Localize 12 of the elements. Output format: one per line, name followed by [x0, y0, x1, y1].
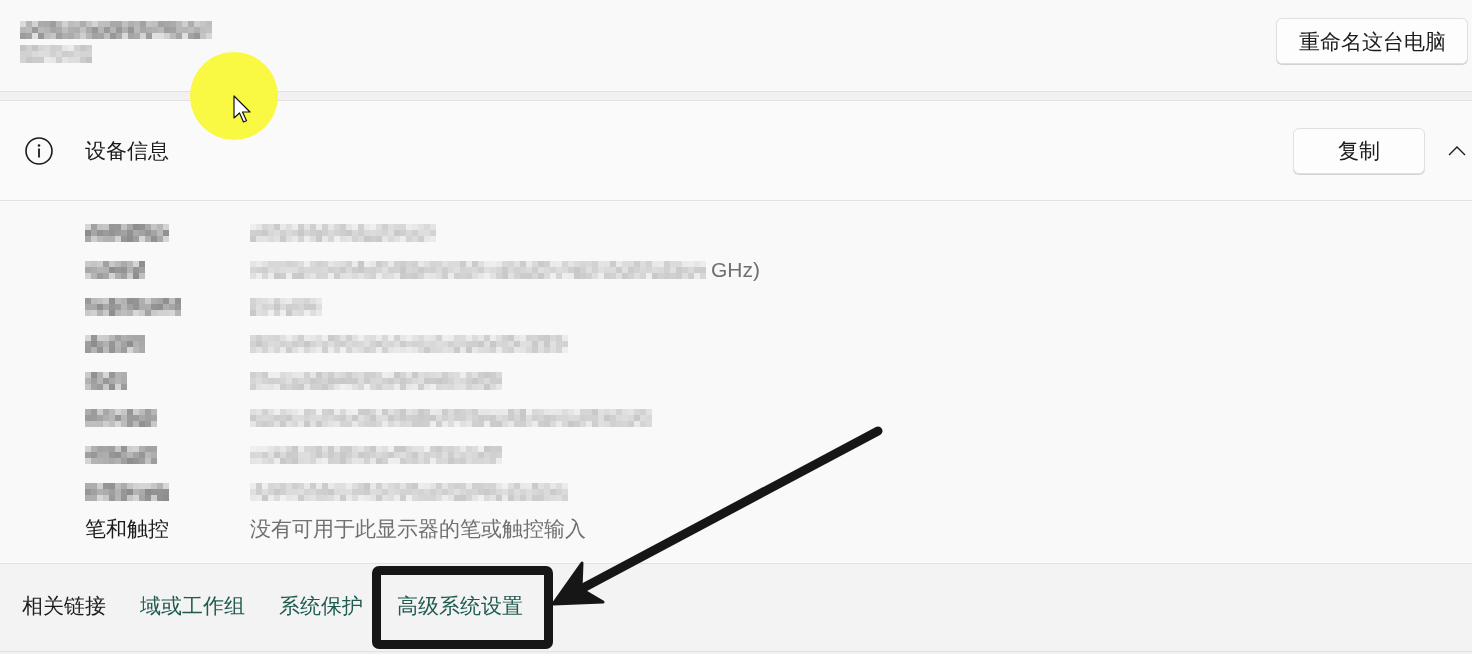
- related-link[interactable]: 系统保护: [279, 589, 363, 622]
- spec-value: GHz): [711, 256, 760, 283]
- related-link[interactable]: 域或工作组: [140, 589, 245, 622]
- related-links-title: 相关链接: [22, 592, 106, 619]
- section-title: 设备信息: [85, 137, 169, 164]
- spec-label: 笔和触控: [85, 515, 169, 542]
- info-icon: [25, 136, 53, 165]
- copy-button[interactable]: 复制: [1293, 127, 1425, 174]
- chevron-up-icon[interactable]: [1448, 145, 1466, 156]
- related-link[interactable]: 高级系统设置: [397, 589, 523, 622]
- spec-value: 没有可用于此显示器的笔或触控输入: [250, 515, 586, 542]
- rename-button[interactable]: 重命名这台电脑: [1276, 18, 1468, 64]
